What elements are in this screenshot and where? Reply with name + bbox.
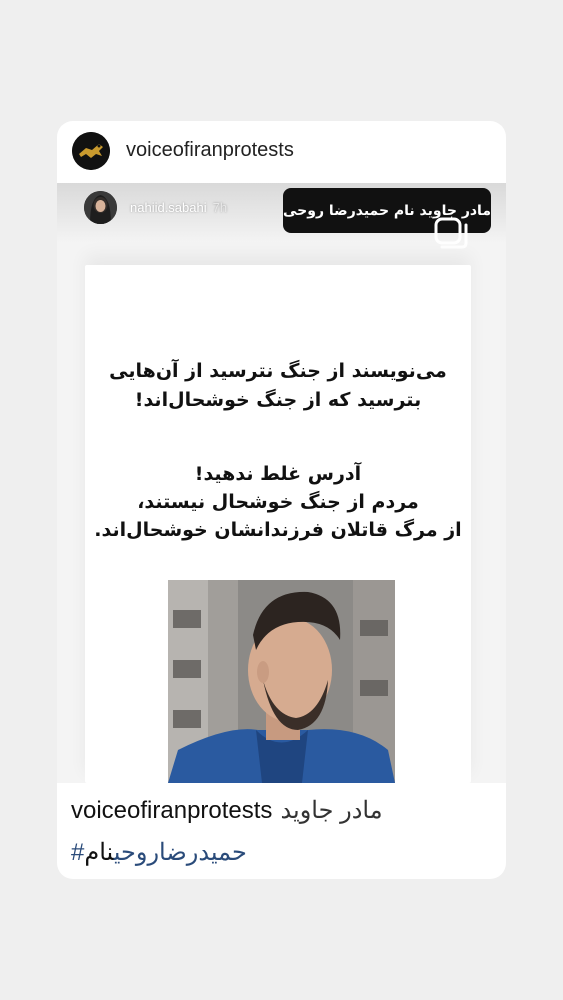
poster-text: می‌نویسند از جنگ نترسید از آن‌هایی بترسی… [85,357,471,544]
story-user[interactable]: nahiid.sabahi 7h [130,200,227,215]
story-username[interactable]: nahiid.sabahi [130,200,207,215]
post-card: voiceofiranprotests nahiid.sabahi 7h مادر… [57,121,506,879]
sticker-badge-icon [434,217,468,249]
post-header: voiceofiranprotests [57,121,506,183]
portrait-image [168,580,395,783]
caption-text: مادر جاوید [280,797,383,824]
poster-line-4: مردم از جنگ خوشحال نیستند، [137,491,419,513]
account-username[interactable]: voiceofiranprotests [126,139,294,162]
story-time: 7h [212,200,228,215]
logo-icon [72,132,110,170]
caption-prefix: نام [84,839,114,866]
story-avatar-image [84,191,117,224]
account-avatar[interactable] [72,132,110,170]
story-media: nahiid.sabahi 7h مادر جاوید نام حمیدرضا ر… [57,183,506,783]
caption-line-1: voiceofiranprotests مادر جاوید [71,796,383,825]
poster-line-5: از مرگ قاتلان فرزندانشان خوشحال‌اند. [94,519,462,541]
poster-line-2: بترسید که از جنگ خوشحال‌اند! [134,389,422,411]
quote-poster: می‌نویسند از جنگ نترسید از آن‌هایی بترسی… [85,265,471,783]
portrait-photo [168,580,395,783]
story-avatar[interactable] [84,191,117,224]
caption-line-2: #حمیدرضاروحینام [71,838,247,867]
caption-username[interactable]: voiceofiranprotests [71,797,272,824]
poster-line-3: آدرس غلط ندهید! [194,463,362,485]
poster-line-1: می‌نویسند از جنگ نترسید از آن‌هایی [109,360,447,382]
